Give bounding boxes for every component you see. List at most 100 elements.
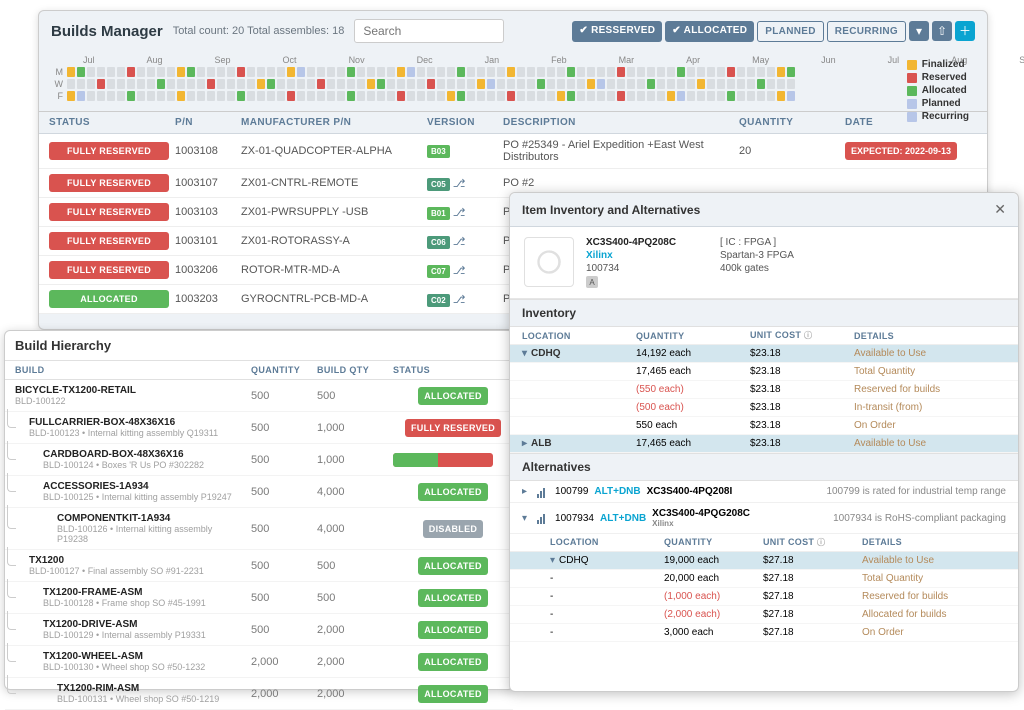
timeline-cell[interactable]	[567, 79, 575, 89]
filter-reserved[interactable]: ✔ RESSERVED	[572, 21, 662, 42]
timeline-cell[interactable]	[737, 67, 745, 77]
timeline-cell[interactable]	[647, 67, 655, 77]
timeline-cell[interactable]	[407, 67, 415, 77]
timeline-cell[interactable]	[77, 79, 85, 89]
timeline-cell[interactable]	[417, 79, 425, 89]
timeline-cell[interactable]	[187, 79, 195, 89]
timeline-cell[interactable]	[397, 67, 405, 77]
timeline-cell[interactable]	[247, 79, 255, 89]
timeline-cell[interactable]	[517, 67, 525, 77]
timeline-cell[interactable]	[727, 91, 735, 101]
branch-icon[interactable]: ⎇	[453, 236, 466, 248]
timeline-cell[interactable]	[117, 67, 125, 77]
filter-planned[interactable]: PLANNED	[757, 21, 823, 42]
timeline-cell[interactable]	[747, 91, 755, 101]
timeline-cell[interactable]	[297, 79, 305, 89]
timeline-cell[interactable]	[547, 67, 555, 77]
timeline-cell[interactable]	[97, 67, 105, 77]
filter-allocated[interactable]: ✔ ALLOCATED	[665, 21, 754, 42]
timeline-cell[interactable]	[787, 79, 795, 89]
timeline-cell[interactable]	[367, 67, 375, 77]
timeline-cell[interactable]	[387, 67, 395, 77]
timeline-cell[interactable]	[347, 79, 355, 89]
chevron-down-icon[interactable]: ▾	[550, 555, 555, 566]
branch-icon[interactable]: ⎇	[453, 294, 466, 306]
hierarchy-row[interactable]: BICYCLE-TX1200-RETAIL BLD-100122 500 500…	[5, 380, 513, 412]
timeline-cell[interactable]	[407, 79, 415, 89]
timeline-cell[interactable]	[107, 67, 115, 77]
timeline-cell[interactable]	[457, 79, 465, 89]
col-location[interactable]: LOCATION	[522, 331, 632, 341]
timeline-cell[interactable]	[697, 79, 705, 89]
timeline-cell[interactable]	[667, 79, 675, 89]
inventory-row[interactable]: ▸ALB 17,465 each $23.18 Available to Use	[510, 435, 1018, 453]
timeline-cell[interactable]	[447, 91, 455, 101]
col-quantity[interactable]: QUANTITY	[251, 365, 311, 375]
timeline-cell[interactable]	[147, 91, 155, 101]
col-build[interactable]: BUILD	[15, 365, 245, 375]
timeline-cell[interactable]	[87, 79, 95, 89]
timeline-cell[interactable]	[167, 79, 175, 89]
timeline-cell[interactable]	[707, 91, 715, 101]
timeline-cell[interactable]	[327, 91, 335, 101]
timeline-cell[interactable]	[127, 79, 135, 89]
timeline-cell[interactable]	[637, 67, 645, 77]
item-brand[interactable]: Xilinx	[586, 250, 706, 261]
col-details[interactable]: DETAILS	[854, 331, 994, 341]
search-input[interactable]	[354, 19, 504, 43]
timeline-cell[interactable]	[527, 79, 535, 89]
timeline-cell[interactable]	[547, 79, 555, 89]
timeline-cell[interactable]	[467, 67, 475, 77]
timeline-cell[interactable]	[677, 79, 685, 89]
col-unit-cost[interactable]: UNIT COST	[763, 537, 814, 547]
timeline-cell[interactable]	[717, 67, 725, 77]
timeline-cell[interactable]	[587, 91, 595, 101]
timeline-cell[interactable]	[237, 67, 245, 77]
timeline-cell[interactable]	[297, 91, 305, 101]
timeline-cell[interactable]	[97, 79, 105, 89]
timeline-cell[interactable]	[137, 79, 145, 89]
alt-inventory-row[interactable]: - (1,000 each) $27.18 Reserved for build…	[510, 588, 1018, 606]
timeline-cell[interactable]	[337, 91, 345, 101]
col-quantity[interactable]: QUANTITY	[636, 331, 746, 341]
timeline-cell[interactable]	[557, 79, 565, 89]
add-icon[interactable]: ＋	[955, 21, 975, 41]
timeline-cell[interactable]	[197, 79, 205, 89]
timeline-cell[interactable]	[297, 67, 305, 77]
timeline-cell[interactable]	[567, 91, 575, 101]
timeline-cell[interactable]	[487, 91, 495, 101]
inventory-row[interactable]: 17,465 each $23.18 Total Quantity	[510, 363, 1018, 381]
timeline-cell[interactable]	[427, 91, 435, 101]
timeline-cell[interactable]	[77, 91, 85, 101]
timeline-cell[interactable]	[507, 91, 515, 101]
timeline-cell[interactable]	[747, 79, 755, 89]
timeline-cell[interactable]	[87, 67, 95, 77]
timeline-cell[interactable]	[397, 91, 405, 101]
timeline-cell[interactable]	[687, 79, 695, 89]
timeline-cell[interactable]	[247, 67, 255, 77]
timeline-cell[interactable]	[187, 67, 195, 77]
timeline-cell[interactable]	[437, 67, 445, 77]
inventory-row[interactable]: ▾CDHQ 14,192 each $23.18 Available to Us…	[510, 345, 1018, 363]
timeline-cell[interactable]	[147, 79, 155, 89]
hierarchy-row[interactable]: TX1200 BLD-100127 • Final assembly SO #9…	[5, 550, 513, 582]
timeline-cell[interactable]	[247, 91, 255, 101]
timeline-cell[interactable]	[707, 67, 715, 77]
timeline-cell[interactable]	[357, 91, 365, 101]
timeline-cell[interactable]	[577, 79, 585, 89]
timeline-cell[interactable]	[737, 79, 745, 89]
timeline-cell[interactable]	[617, 67, 625, 77]
timeline-cell[interactable]	[717, 91, 725, 101]
timeline-cell[interactable]	[687, 67, 695, 77]
timeline-cell[interactable]	[607, 79, 615, 89]
timeline-cell[interactable]	[647, 79, 655, 89]
timeline-cell[interactable]	[587, 79, 595, 89]
timeline-cell[interactable]	[117, 79, 125, 89]
col-mpn[interactable]: MANUFACTURER P/N	[241, 117, 421, 128]
timeline-cell[interactable]	[287, 91, 295, 101]
inventory-row[interactable]: (550 each) $23.18 Reserved for builds	[510, 381, 1018, 399]
timeline-cell[interactable]	[517, 91, 525, 101]
timeline-cell[interactable]	[527, 91, 535, 101]
timeline-cell[interactable]	[547, 91, 555, 101]
timeline-cell[interactable]	[787, 67, 795, 77]
